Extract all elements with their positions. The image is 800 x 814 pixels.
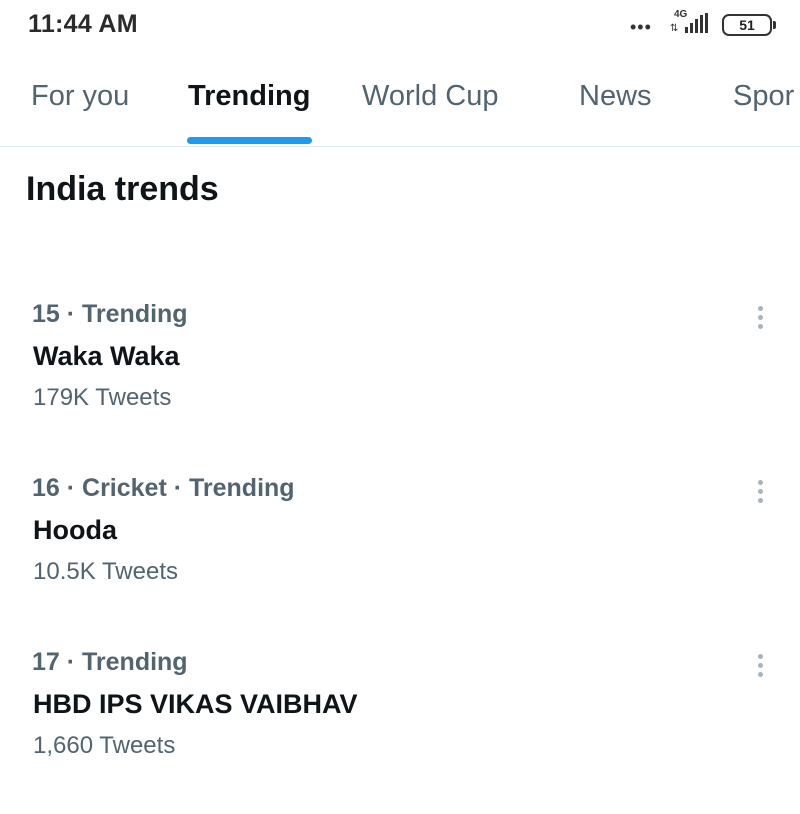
trend-name[interactable]: HBD IPS VIKAS VAIBHAV [33,689,358,720]
trend-tweet-count: 10.5K Tweets [33,558,178,585]
trend-item[interactable]: 16 · Cricket · Trending Hooda 10.5K Twee… [0,474,800,624]
tab-for-you[interactable]: For you [31,80,129,113]
trend-item[interactable]: 17 · Trending HBD IPS VIKAS VAIBHAV 1,66… [0,648,800,798]
tab-world-cup[interactable]: World Cup [362,80,498,113]
data-arrows-icon: ⇅ [670,23,679,34]
tab-sports[interactable]: Spor [733,80,794,113]
battery-icon: 51 [722,14,776,36]
trend-meta: 15 · Trending [32,300,188,328]
active-tab-indicator [187,137,312,144]
signal-icon: 4G ⇅ [670,9,716,37]
trend-meta: 16 · Cricket · Trending [32,474,295,502]
trend-name[interactable]: Waka Waka [33,341,180,372]
tab-bar: For you Trending World Cup News Spor [0,60,800,147]
signal-bars-icon [685,13,708,33]
battery-level: 51 [739,17,755,33]
trend-tweet-count: 1,660 Tweets [33,732,176,759]
trend-name[interactable]: Hooda [33,515,117,546]
trend-tweet-count: 179K Tweets [33,384,172,411]
more-notifications-icon: ••• [630,17,652,37]
status-bar: 11:44 AM ••• 4G ⇅ 51 [0,0,800,52]
trend-item[interactable]: 15 · Trending Waka Waka 179K Tweets [0,300,800,450]
more-options-icon[interactable] [744,648,776,682]
tab-trending[interactable]: Trending [188,80,310,113]
section-title: India trends [26,170,219,208]
tab-news[interactable]: News [579,80,652,113]
trend-meta: 17 · Trending [32,648,188,676]
more-options-icon[interactable] [744,300,776,334]
more-options-icon[interactable] [744,474,776,508]
status-time: 11:44 AM [28,10,138,38]
